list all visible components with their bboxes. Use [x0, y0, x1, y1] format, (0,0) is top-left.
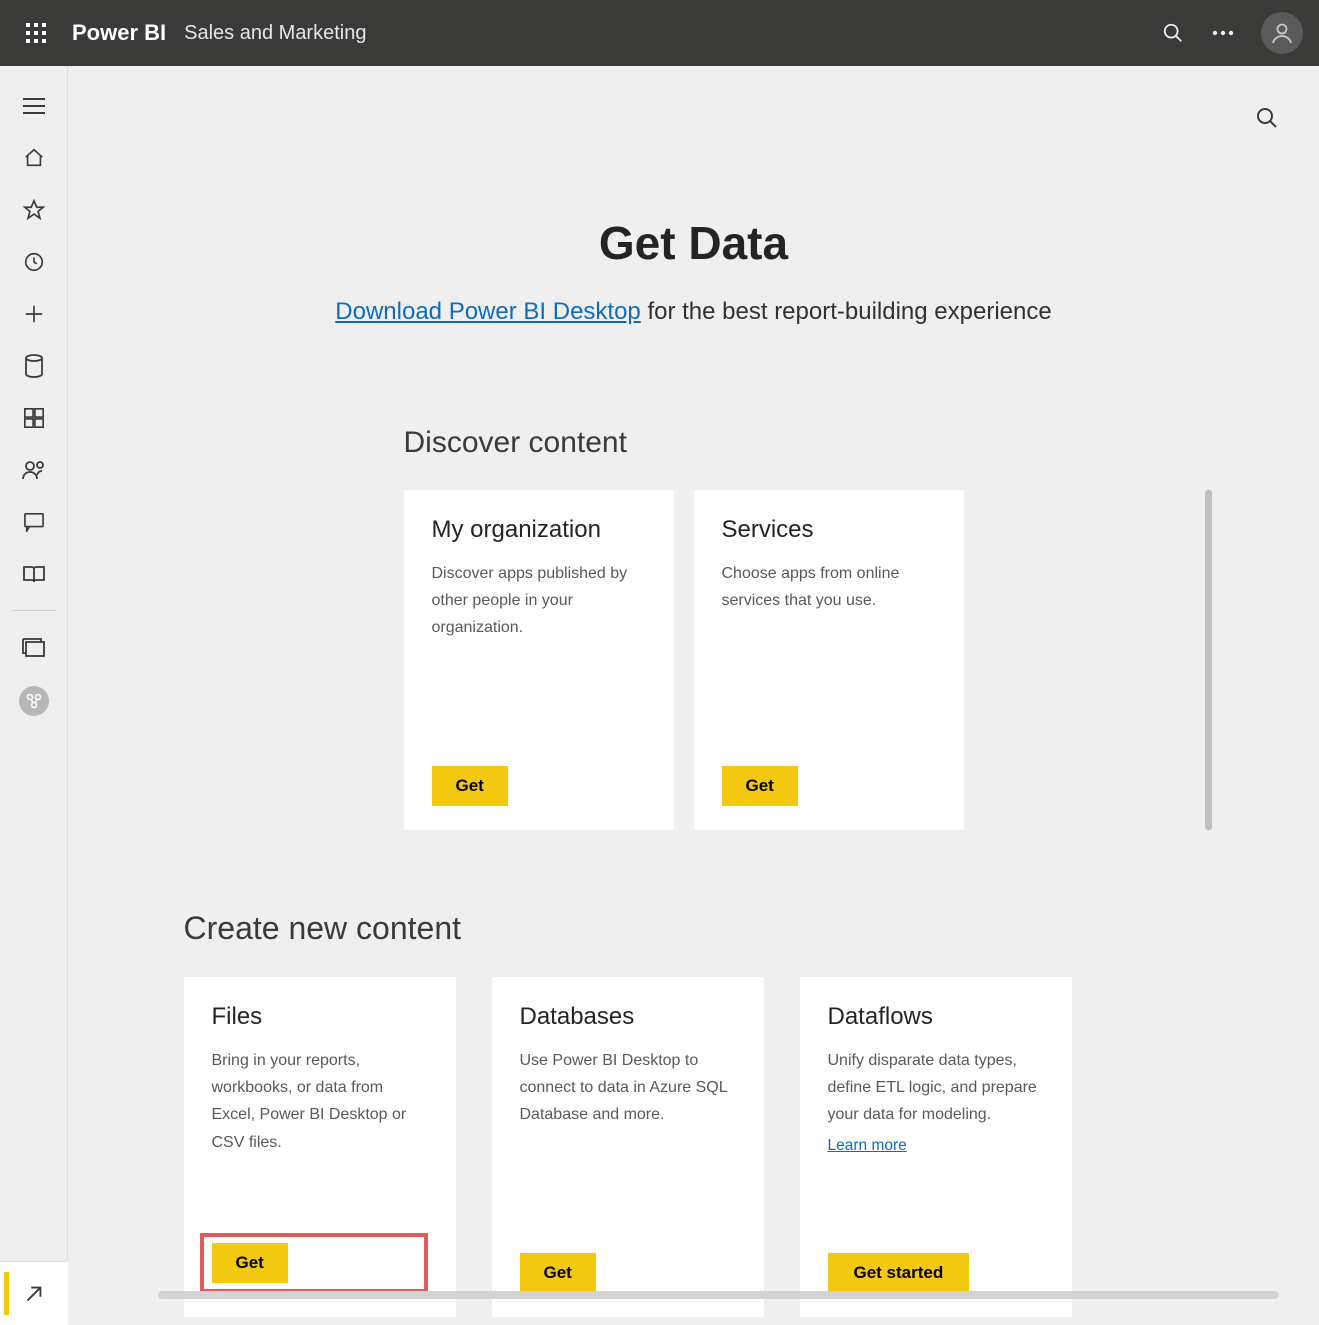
page-title: Get Data: [68, 216, 1319, 270]
nav-get-data-icon[interactable]: [0, 1261, 68, 1325]
card-dataflows: Dataflows Unify disparate data types, de…: [800, 977, 1072, 1317]
card-desc: Discover apps published by other people …: [432, 560, 646, 766]
card-files: Files Bring in your reports, workbooks, …: [184, 977, 456, 1317]
get-started-dataflows-button[interactable]: Get started: [828, 1253, 970, 1293]
nav-recent-icon[interactable]: [0, 236, 68, 288]
card-my-organization: My organization Discover apps published …: [404, 490, 674, 830]
nav-menu-icon[interactable]: [0, 80, 68, 132]
discover-section-title: Discover content: [404, 426, 1154, 460]
get-databases-button[interactable]: Get: [520, 1253, 596, 1293]
nav-datasets-icon[interactable]: [0, 340, 68, 392]
avatar[interactable]: [1261, 12, 1303, 54]
search-icon[interactable]: [1161, 21, 1185, 45]
nav-rail: [0, 66, 68, 1325]
nav-create-icon[interactable]: [0, 288, 68, 340]
create-section-title: Create new content: [184, 910, 1244, 947]
card-title: Databases: [520, 1003, 736, 1031]
nav-deployment-icon[interactable]: [0, 675, 68, 727]
card-title: Services: [722, 516, 936, 544]
card-desc: Bring in your reports, workbooks, or dat…: [212, 1047, 428, 1243]
top-bar: Power BI Sales and Marketing: [0, 0, 1319, 66]
subtitle-suffix: for the best report-building experience: [641, 298, 1052, 325]
page-subtitle: Download Power BI Desktop for the best r…: [68, 298, 1319, 326]
nav-apps-icon[interactable]: [0, 392, 68, 444]
card-title: Dataflows: [828, 1003, 1044, 1031]
card-title: Files: [212, 1003, 428, 1031]
get-services-button[interactable]: Get: [722, 766, 798, 806]
nav-favorites-icon[interactable]: [0, 184, 68, 236]
nav-chat-icon[interactable]: [0, 496, 68, 548]
nav-shared-icon[interactable]: [0, 444, 68, 496]
download-desktop-link[interactable]: Download Power BI Desktop: [335, 298, 640, 325]
card-databases: Databases Use Power BI Desktop to connec…: [492, 977, 764, 1317]
card-desc: Use Power BI Desktop to connect to data …: [520, 1047, 736, 1253]
horizontal-scrollbar[interactable]: [158, 1291, 1279, 1299]
files-get-highlight: Get: [200, 1233, 428, 1293]
dataflows-learn-more-link[interactable]: Learn more: [828, 1133, 1044, 1159]
card-title: My organization: [432, 516, 646, 544]
card-desc: Unify disparate data types, define ETL l…: [828, 1047, 1044, 1253]
discover-scrollbar[interactable]: [1205, 490, 1212, 830]
nav-home-icon[interactable]: [0, 132, 68, 184]
more-icon[interactable]: [1211, 21, 1235, 45]
get-files-button[interactable]: Get: [212, 1243, 288, 1283]
brand-label[interactable]: Power BI: [72, 20, 166, 46]
workspace-name[interactable]: Sales and Marketing: [184, 22, 366, 45]
card-desc: Choose apps from online services that yo…: [722, 560, 936, 766]
card-services: Services Choose apps from online service…: [694, 490, 964, 830]
app-launcher-icon[interactable]: [16, 13, 56, 53]
nav-workspaces-icon[interactable]: [0, 623, 68, 675]
get-my-organization-button[interactable]: Get: [432, 766, 508, 806]
main-content: Get Data Download Power BI Desktop for t…: [68, 66, 1319, 1325]
nav-learn-icon[interactable]: [0, 548, 68, 600]
